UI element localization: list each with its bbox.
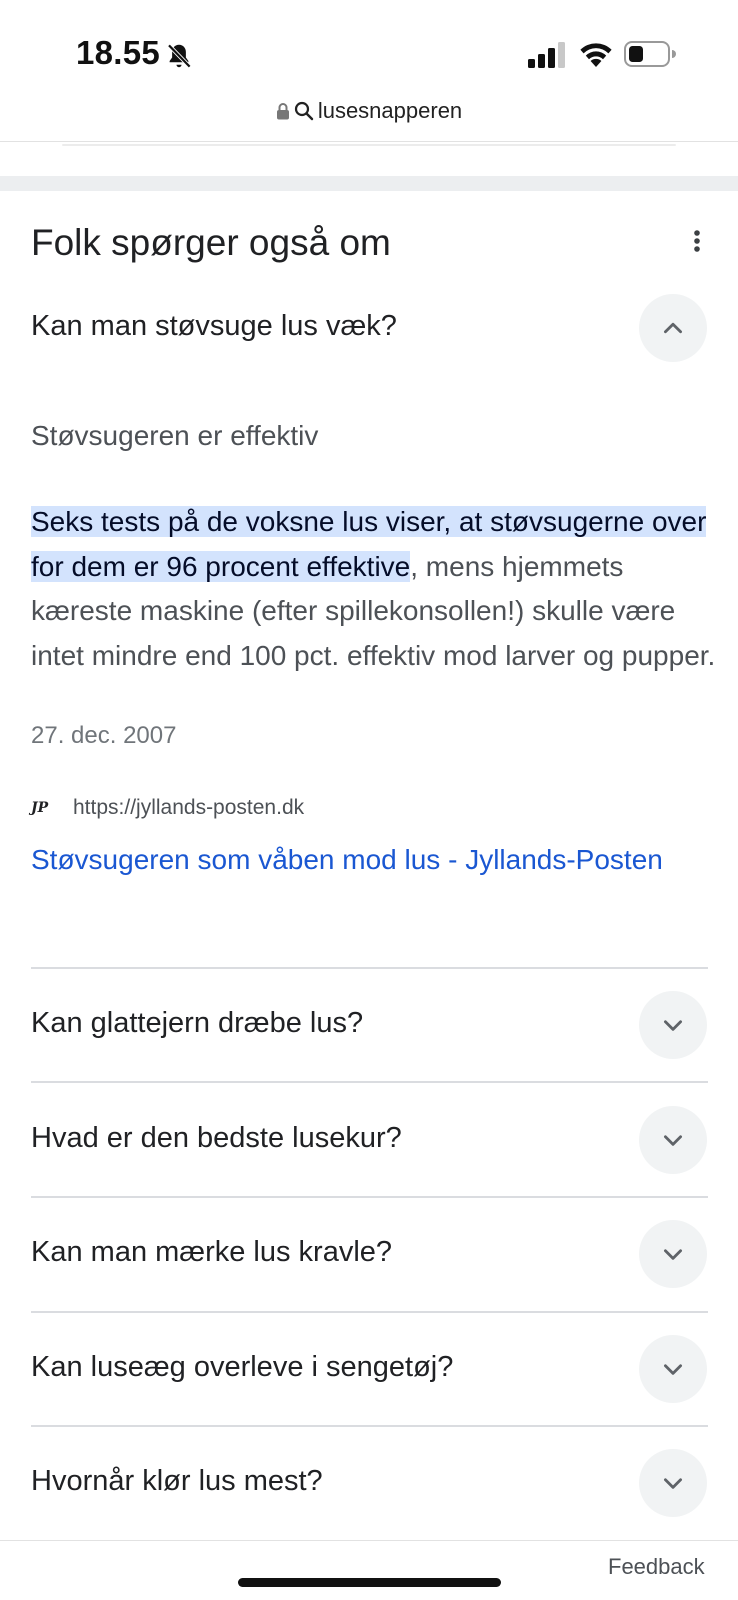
- section-separator: [0, 176, 738, 191]
- expand-button[interactable]: [639, 1220, 707, 1288]
- question-row[interactable]: Kan glattejern dræbe lus?: [31, 991, 707, 1059]
- question-row[interactable]: Kan man mærke lus kravle?: [31, 1220, 707, 1288]
- battery-icon: [624, 41, 676, 67]
- question-text: Kan glattejern dræbe lus?: [31, 1007, 364, 1039]
- question-text: Kan man støvsuge lus væk?: [31, 310, 397, 342]
- question-row[interactable]: Hvad er den bedste lusekur?: [31, 1106, 707, 1174]
- question-divider: [31, 1425, 708, 1427]
- expand-button[interactable]: [639, 1335, 707, 1403]
- question-text: Kan luseæg overleve i sengetøj?: [31, 1351, 454, 1383]
- status-time: 18.55: [76, 34, 161, 71]
- question-row[interactable]: Hvornår klør lus mest?: [31, 1449, 707, 1517]
- question-row[interactable]: Kan man støvsuge lus væk?: [31, 294, 707, 362]
- source-row: JP https://jyllands-posten.dk: [31, 796, 304, 820]
- question-text: Kan man mærke lus kravle?: [31, 1236, 393, 1268]
- question-divider: [31, 967, 708, 969]
- chevron-down-icon: [664, 1364, 682, 1375]
- expand-button[interactable]: [639, 1106, 707, 1174]
- expand-button[interactable]: [639, 991, 707, 1059]
- address-bar[interactable]: lusesnapperen: [0, 98, 738, 134]
- chevron-down-icon: [664, 1135, 682, 1146]
- expand-button[interactable]: [639, 1449, 707, 1517]
- toolbar-divider: [0, 141, 738, 142]
- wifi-icon: [580, 43, 612, 67]
- more-vert-icon[interactable]: [684, 228, 710, 258]
- collapse-button[interactable]: [639, 294, 707, 362]
- previous-result-edge: [62, 144, 676, 146]
- question-divider: [31, 1311, 708, 1313]
- url-text: lusesnapperen: [317, 98, 463, 123]
- result-link[interactable]: Støvsugeren som våben mod lus - Jyllands…: [31, 836, 671, 883]
- chevron-down-icon: [664, 1020, 682, 1031]
- answer-snippet: Seks tests på de voksne lus viser, at st…: [31, 500, 721, 678]
- source-logo: JP: [31, 800, 49, 816]
- bell-slash-icon: [167, 43, 192, 69]
- question-text: Hvornår klør lus mest?: [31, 1465, 323, 1497]
- chevron-up-icon: [664, 322, 682, 334]
- cellular-signal-icon: [528, 42, 565, 68]
- source-url: https://jyllands-posten.dk: [73, 796, 305, 819]
- search-icon: [294, 101, 314, 121]
- question-divider: [31, 1081, 708, 1083]
- section-title: Folk spørger også om: [31, 222, 391, 263]
- answer-date: 27. dec. 2007: [31, 722, 177, 749]
- footer-divider: [0, 1540, 738, 1541]
- chevron-down-icon: [664, 1249, 682, 1260]
- feedback-link[interactable]: Feedback: [608, 1554, 705, 1580]
- chevron-down-icon: [664, 1478, 682, 1489]
- status-bar: 18.55: [0, 0, 738, 100]
- question-row[interactable]: Kan luseæg overleve i sengetøj?: [31, 1335, 707, 1403]
- answer-heading: Støvsugeren er effektiv: [31, 420, 319, 451]
- question-divider: [31, 1196, 708, 1198]
- question-text: Hvad er den bedste lusekur?: [31, 1122, 402, 1154]
- lock-icon: [276, 103, 289, 120]
- home-indicator[interactable]: [238, 1578, 501, 1587]
